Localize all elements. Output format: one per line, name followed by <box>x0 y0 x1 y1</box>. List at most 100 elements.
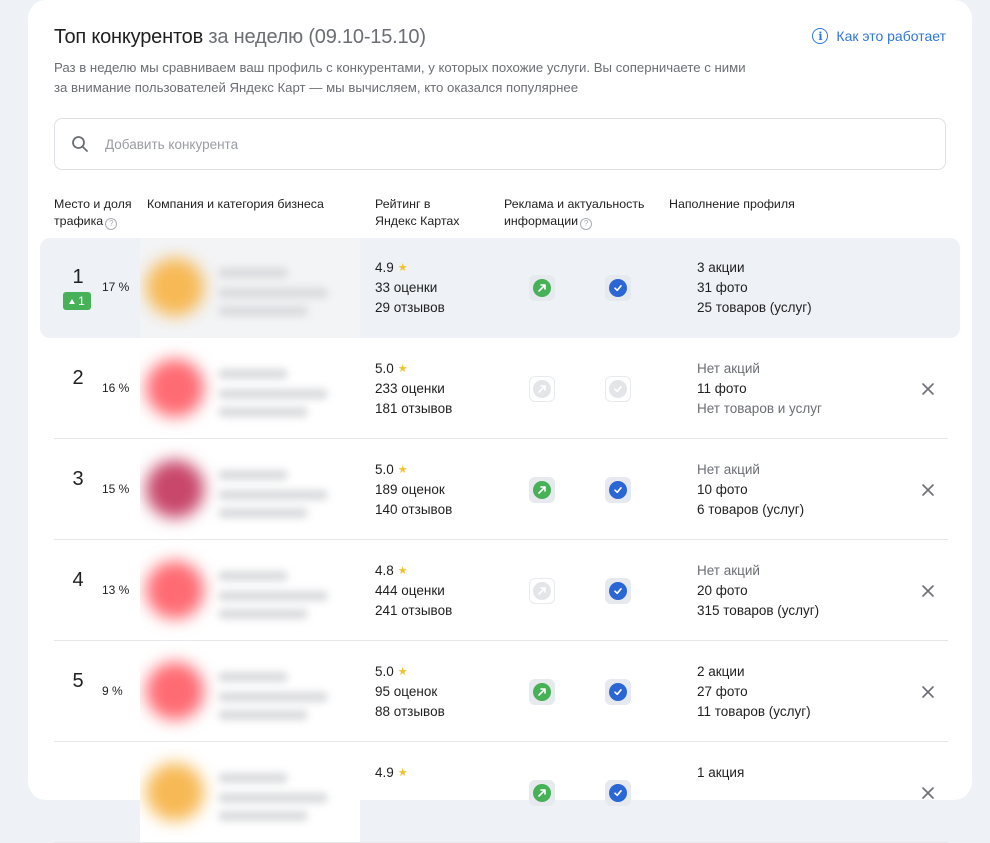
search-icon <box>72 136 88 152</box>
blurred-address <box>218 306 308 316</box>
page-title: Топ конкурентов за неделю (09.10-15.10) <box>54 26 426 49</box>
table-row[interactable]: 1 17 % 1 4.9 ★ 33 оценки 29 отзывов 3 акц… <box>40 238 960 338</box>
competitors-card: Топ конкурентов за неделю (09.10-15.10) … <box>28 0 972 843</box>
company-cell-blurred[interactable] <box>140 743 360 843</box>
advertising-status[interactable] <box>529 578 555 604</box>
help-icon[interactable]: ? <box>580 218 593 230</box>
close-icon[interactable] <box>919 481 937 499</box>
advertising-status[interactable] <box>529 376 555 402</box>
blurred-category <box>218 591 328 601</box>
close-icon[interactable] <box>919 784 937 802</box>
title-period: за неделю (09.10-15.10) <box>203 26 426 48</box>
profile-cell: Нет акций 10 фото 6 товаров (услуг) <box>697 462 805 517</box>
blurred-name <box>218 571 288 581</box>
how-it-works-label: Как это работает <box>836 28 946 44</box>
rating-cell: 5.0 ★ 189 оценок 140 отзывов <box>375 462 453 517</box>
rank: 5 <box>72 670 84 692</box>
blurred-address <box>218 811 308 821</box>
close-icon[interactable] <box>919 380 937 398</box>
table-row[interactable]: 4 13 % 4.8 ★ 444 оценки 241 отзывов Нет а… <box>40 541 960 641</box>
arrow-icon <box>533 481 551 499</box>
row-divider <box>54 640 948 641</box>
company-cell-blurred[interactable] <box>140 238 360 338</box>
arrow-icon <box>533 279 551 297</box>
info-icon: i <box>812 28 829 44</box>
advertising-status[interactable] <box>529 780 555 806</box>
star-icon: ★ <box>397 464 408 476</box>
profile-cell: 1 акция <box>697 765 745 780</box>
advertising-status[interactable] <box>529 477 555 503</box>
star-icon: ★ <box>397 565 408 577</box>
advertising-status[interactable] <box>529 679 555 705</box>
blurred-category <box>218 288 328 298</box>
blurred-name <box>218 773 288 783</box>
company-avatar <box>146 460 204 518</box>
check-icon <box>609 481 627 499</box>
advertising-status[interactable] <box>529 275 555 301</box>
row-divider <box>54 539 948 540</box>
rank-change-badge: 1 <box>63 292 91 310</box>
header-company: Компания и категория бизнеса <box>147 197 324 211</box>
traffic-share: 13 % <box>102 583 130 597</box>
star-icon: ★ <box>397 363 408 375</box>
search-box[interactable] <box>54 118 946 170</box>
header-ads: Реклама и актуальность информации? <box>504 197 645 230</box>
description: Раз в неделю мы сравниваем ваш профиль с… <box>54 60 746 95</box>
blurred-name <box>218 369 288 379</box>
profile-cell: Нет акций 11 фото Нет товаров и услуг <box>697 361 822 416</box>
check-icon <box>609 784 627 802</box>
header-rating: Рейтинг в Яндекс Картах <box>375 197 460 228</box>
star-icon: ★ <box>397 666 408 678</box>
close-icon[interactable] <box>919 683 937 701</box>
row-divider <box>54 741 948 742</box>
check-icon <box>609 683 627 701</box>
row-divider <box>54 438 948 439</box>
table-row[interactable]: 5 9 % 5.0 ★ 95 оценок 88 отзывов 2 акции … <box>40 642 960 742</box>
info-actuality-status[interactable] <box>605 376 631 402</box>
profile-cell: 2 акции 27 фото 11 товаров (услуг) <box>697 664 811 719</box>
company-cell-blurred[interactable] <box>140 642 360 742</box>
traffic-share: 15 % <box>102 482 130 496</box>
check-icon <box>609 582 627 600</box>
company-avatar <box>146 258 204 316</box>
info-actuality-status[interactable] <box>605 780 631 806</box>
header-profile: Наполнение профиля <box>669 197 795 211</box>
rank: 1 <box>72 266 84 288</box>
blurred-category <box>218 692 328 702</box>
arrow-icon <box>533 683 551 701</box>
arrow-up-icon <box>69 298 76 304</box>
arrow-icon <box>533 784 551 802</box>
how-it-works-link[interactable]: i Как это работает <box>812 28 946 44</box>
traffic-share: 16 % <box>102 381 130 395</box>
help-icon[interactable]: ? <box>105 218 118 230</box>
rank: 4 <box>72 569 84 591</box>
traffic-share: 17 % <box>102 280 130 294</box>
table-row[interactable]: 2 16 % 5.0 ★ 233 оценки 181 отзывов Нет а… <box>40 339 960 439</box>
company-cell-blurred[interactable] <box>140 541 360 641</box>
company-cell-blurred[interactable] <box>140 440 360 540</box>
header-place-share: Место и доля трафика? <box>54 197 132 230</box>
star-icon: ★ <box>397 767 408 779</box>
blurred-name <box>218 672 288 682</box>
rating-cell: 5.0 ★ 95 оценок 88 отзывов <box>375 664 445 719</box>
table-row[interactable]: 4.9 ★ 1 акция <box>40 743 960 843</box>
company-cell-blurred[interactable] <box>140 339 360 439</box>
table-row[interactable]: 3 15 % 5.0 ★ 189 оценок 140 отзывов Нет а… <box>40 440 960 540</box>
info-actuality-status[interactable] <box>605 275 631 301</box>
info-actuality-status[interactable] <box>605 477 631 503</box>
star-icon: ★ <box>397 262 408 274</box>
rating-cell: 4.9 ★ <box>375 765 408 780</box>
blurred-address <box>218 508 308 518</box>
info-actuality-status[interactable] <box>605 578 631 604</box>
title-main: Топ конкурентов <box>54 26 204 48</box>
blurred-address <box>218 609 308 619</box>
blurred-name <box>218 268 288 278</box>
close-icon[interactable] <box>919 582 937 600</box>
add-competitor-input[interactable] <box>103 135 907 153</box>
blurred-category <box>218 389 328 399</box>
profile-cell: Нет акций 20 фото 315 товаров (услуг) <box>697 563 820 618</box>
info-actuality-status[interactable] <box>605 679 631 705</box>
company-avatar <box>146 561 204 619</box>
company-avatar <box>146 662 204 720</box>
rank: 3 <box>72 468 84 490</box>
